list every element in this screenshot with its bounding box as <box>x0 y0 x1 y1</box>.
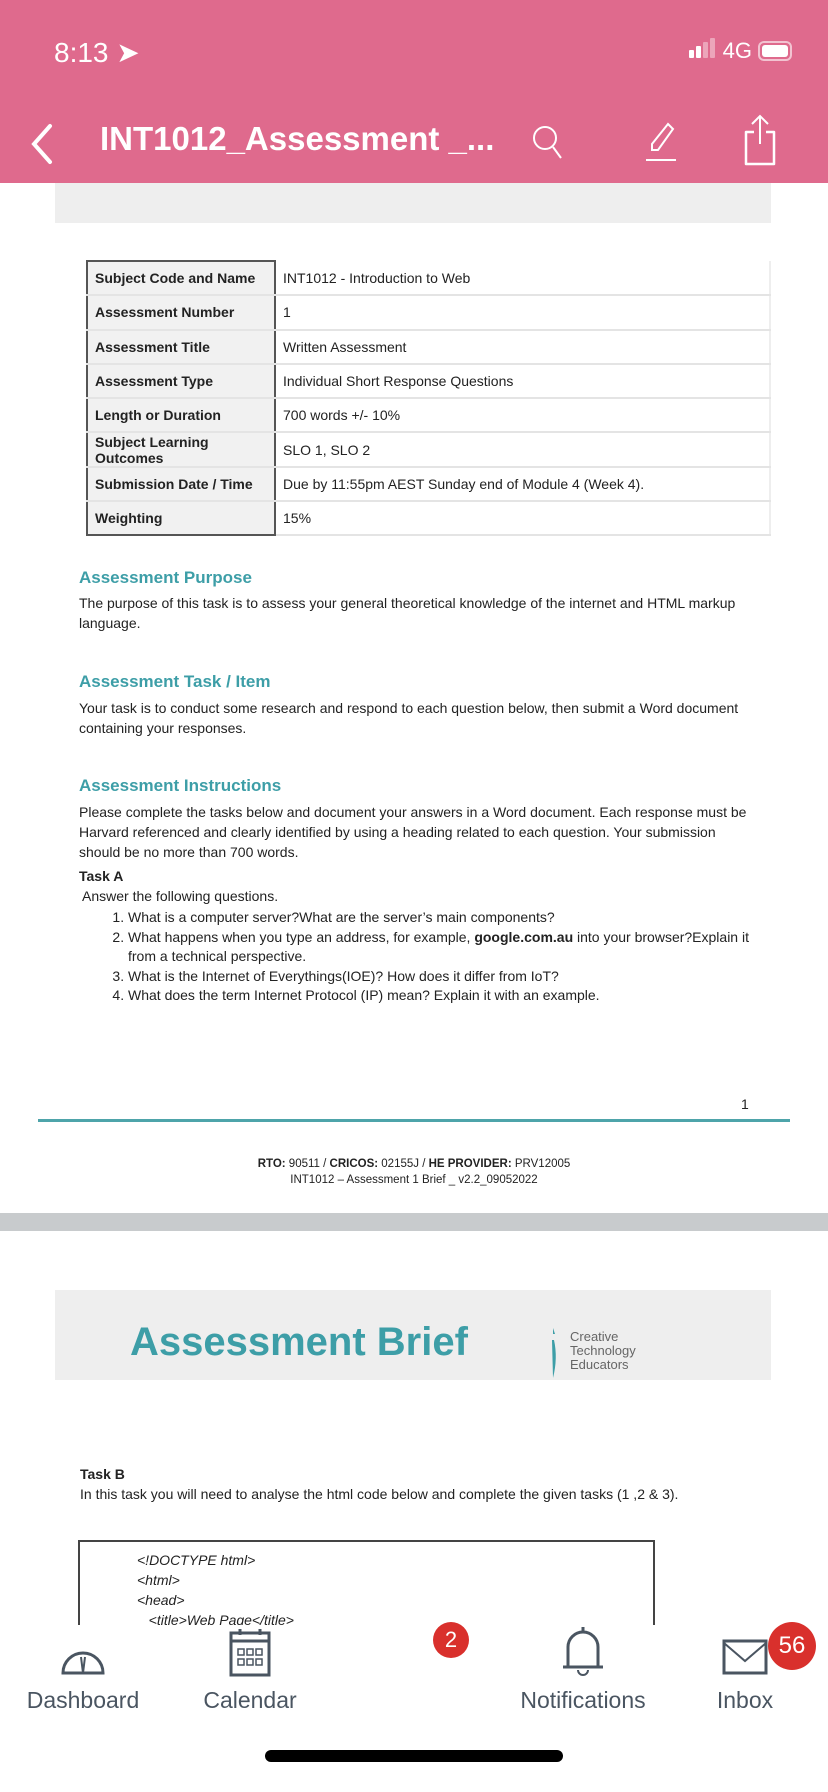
instructions-text: Please complete the tasks below and docu… <box>79 804 747 860</box>
location-icon: ➤ <box>116 37 140 68</box>
table-row: Assessment Title Written Assessment <box>86 329 771 365</box>
row-label: Weighting <box>86 501 276 537</box>
row-label: Length or Duration <box>86 398 276 434</box>
row-label: Assessment Title <box>86 329 276 365</box>
table-row: Assessment Number 1 <box>86 295 771 331</box>
envelope-icon <box>722 1639 768 1675</box>
row-value: 700 words +/- 10% <box>275 398 771 434</box>
question-3: What is the Internet of Everythings(IOE)… <box>128 967 764 987</box>
page-separator <box>0 1213 828 1231</box>
document-title: INT1012_Assessment _... <box>100 120 495 157</box>
bell-icon <box>563 1627 603 1676</box>
task-item-heading: Assessment Task / Item <box>79 672 271 691</box>
highlighter-icon[interactable] <box>640 120 680 165</box>
tab-notifications[interactable]: Notifications <box>508 1627 658 1714</box>
row-value: 1 <box>275 295 771 331</box>
row-label: Assessment Type <box>86 363 276 400</box>
status-indicators: 4G <box>688 38 792 64</box>
calendar-icon <box>229 1629 271 1677</box>
task-a-questions: What is a computer server?What are the s… <box>104 908 764 1006</box>
share-icon[interactable] <box>740 112 780 167</box>
code-line: <!DOCTYPE html> <box>137 1552 256 1568</box>
task-b-text: In this task you will need to analyse th… <box>80 1486 679 1502</box>
footer-divider <box>38 1119 790 1122</box>
battery-icon <box>758 41 792 61</box>
purpose-text: The purpose of this task is to assess yo… <box>79 595 736 631</box>
home-indicator[interactable] <box>265 1750 563 1762</box>
row-value: INT1012 - Introduction to Web <box>275 261 771 297</box>
row-label: Assessment Number <box>86 295 276 331</box>
table-row: Subject Code and Name INT1012 - Introduct… <box>86 259 771 297</box>
inbox-badge: 56 <box>768 1622 816 1670</box>
assessment-details-table: Subject Code and Name INT1012 - Introduct… <box>86 259 771 537</box>
tab-dashboard[interactable]: Dashboard <box>22 1637 144 1714</box>
row-value: SLO 1, SLO 2 <box>275 432 771 468</box>
row-value: Individual Short Response Questions <box>275 363 771 400</box>
app-header: 8:13 ➤ 4G INT1012_Assessment _... <box>0 0 828 183</box>
purpose-heading: Assessment Purpose <box>79 568 252 587</box>
question-1: What is a computer server?What are the s… <box>128 908 764 928</box>
task-a-heading: Task A <box>79 868 124 884</box>
logo-mark-icon <box>552 1328 556 1378</box>
row-value: Due by 11:55pm AEST Sunday end of Module… <box>275 466 771 503</box>
notifications-badge: 2 <box>433 1622 469 1658</box>
table-row: Weighting 15% <box>86 501 771 537</box>
footer-line-1: RTO: 90511 / CRICOS: 02155J / HE PROVIDE… <box>257 1158 571 1170</box>
status-time: 8:13 ➤ <box>54 37 140 68</box>
row-label: Submission Date / Time <box>86 466 276 503</box>
tab-calendar[interactable]: Calendar <box>190 1627 310 1714</box>
task-a-intro: Answer the following questions. <box>82 888 279 904</box>
code-line: <head> <box>137 1592 185 1608</box>
table-row: Assessment Type Individual Short Response… <box>86 363 771 400</box>
code-line: <html> <box>137 1572 180 1588</box>
footer-line-2: INT1012 – Assessment 1 Brief _ v2.2_0905… <box>290 1174 538 1186</box>
task-item-text: Your task is to conduct some research an… <box>79 700 739 736</box>
row-label: Subject Code and Name <box>86 259 276 297</box>
page-header-band <box>55 183 771 223</box>
row-value: Written Assessment <box>275 329 771 365</box>
signal-icon <box>688 38 717 64</box>
question-4: What does the term Internet Protocol (IP… <box>128 986 764 1006</box>
page-number: 1 <box>741 1096 749 1112</box>
back-chevron-icon[interactable] <box>22 120 62 165</box>
row-value: 15% <box>275 501 771 537</box>
code-box: <!DOCTYPE html> <html> <head> <title>Web… <box>78 1540 655 1628</box>
table-row: Length or Duration 700 words +/- 10% <box>86 398 771 434</box>
search-icon[interactable] <box>528 120 568 165</box>
bottom-tab-bar: Dashboard Calendar 2 Notifications Inbox… <box>0 1622 828 1792</box>
row-label: Subject Learning Outcomes <box>86 432 276 468</box>
task-b-heading: Task B <box>80 1466 125 1482</box>
dashboard-gauge-icon <box>61 1651 105 1675</box>
table-row: Subject Learning Outcomes SLO 1, SLO 2 <box>86 432 771 468</box>
instructions-heading: Assessment Instructions <box>79 776 282 795</box>
logo-text: Creative Technology Educators <box>570 1329 636 1372</box>
banner-title: Assessment Brief <box>130 1320 468 1364</box>
table-row: Submission Date / Time Due by 11:55pm AES… <box>86 466 771 503</box>
question-2: What happens when you type an address, f… <box>128 928 764 967</box>
network-type: 4G <box>722 38 752 63</box>
